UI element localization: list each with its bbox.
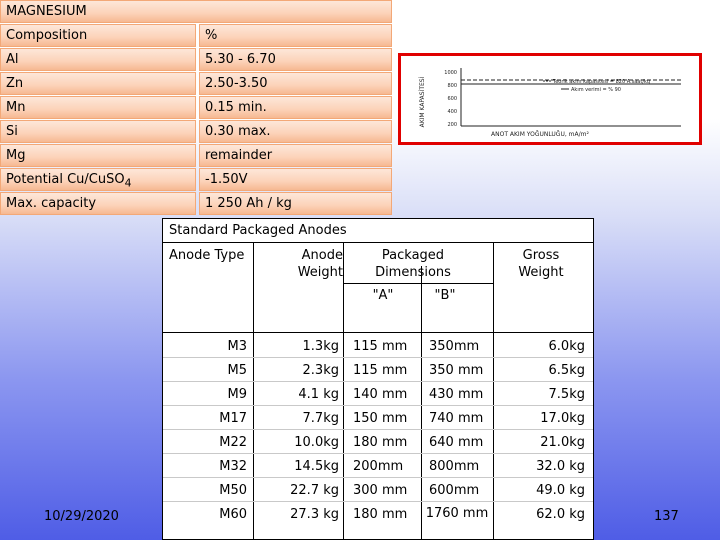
cell-gross: 6.0kg	[548, 339, 585, 354]
property-value: 5.30 - 6.70	[199, 48, 392, 71]
cell-weight: 1.3kg	[302, 339, 339, 354]
cell-type: M3	[227, 339, 248, 354]
cell-gross: 62.0 kg	[536, 507, 585, 522]
cell-dim-b: 1760 mm	[425, 506, 489, 521]
graph-y-label: AKIM KAPASİTESİ	[419, 76, 426, 127]
magnesium-properties-table: MAGNESIUM Composition% Al 5.30 - 6.70 Zn 2…	[0, 0, 392, 216]
row-divider	[163, 501, 593, 502]
capacity-graph: AKIM KAPASİTESİ 1000 800 600 400 200 Teo…	[419, 68, 681, 138]
cell-type: M9	[227, 387, 248, 402]
property-value: 0.30 max.	[199, 120, 392, 143]
cell-gross: 49.0 kg	[536, 483, 585, 498]
cell-gross: 21.0kg	[540, 435, 585, 450]
header-anode-weight: Anode Weight	[297, 248, 343, 280]
potential-label: Potential Cu/CuSO	[6, 172, 125, 187]
cell-dim-b: 430 mm	[429, 387, 484, 402]
cell-type: M5	[227, 363, 248, 378]
cell-gross: 32.0 kg	[536, 459, 585, 474]
cell-dim-a: 150 mm	[353, 411, 408, 426]
property-label: Mn	[0, 96, 196, 119]
cell-dim-b: 740 mm	[429, 411, 484, 426]
potential-subscript: 4	[124, 176, 132, 190]
graph-legend-2: Akım verimi = % 90	[571, 87, 621, 93]
property-value: 2.50-3.50	[199, 72, 392, 95]
cell-dim-a: 115 mm	[353, 339, 408, 354]
row-divider	[163, 453, 593, 454]
cell-gross: 7.5kg	[548, 387, 585, 402]
cell-dim-a: 180 mm	[353, 435, 408, 450]
cell-dim-a: 115 mm	[353, 363, 408, 378]
cell-dim-b: 600mm	[429, 483, 480, 498]
cell-dim-a: 180 mm	[353, 507, 408, 522]
cell-weight: 22.7 kg	[290, 483, 339, 498]
cell-dim-b: 640 mm	[429, 435, 484, 450]
row-divider	[163, 429, 593, 430]
row-divider	[163, 357, 593, 358]
property-value: remainder	[199, 144, 392, 167]
graph-y-tick: 200	[447, 122, 457, 128]
property-value: -1.50V	[199, 168, 392, 191]
property-value: 0.15 min.	[199, 96, 392, 119]
cell-type: M50	[219, 483, 247, 498]
cell-type: M60	[219, 507, 247, 522]
cell-dim-a: 300 mm	[353, 483, 408, 498]
graph-y-tick: 1000	[444, 70, 457, 76]
header-gross-weight: Gross Weight	[518, 248, 564, 280]
graph-y-tick: 600	[447, 96, 457, 102]
slide-page-number: 137	[654, 509, 679, 524]
cell-weight: 27.3 kg	[290, 507, 339, 522]
cell-dim-b: 800mm	[429, 459, 480, 474]
graph-y-tick: 800	[447, 83, 457, 89]
header-dimensions: Packaged Dimensions	[375, 248, 451, 280]
cell-type: M32	[219, 459, 247, 474]
cell-gross: 17.0kg	[540, 411, 585, 426]
cell-dim-b: 350 mm	[429, 363, 484, 378]
properties-title: MAGNESIUM	[0, 0, 392, 23]
table-title: Standard Packaged Anodes	[169, 223, 347, 238]
cell-weight: 14.5kg	[294, 459, 339, 474]
property-label-potential: Potential Cu/CuSO4	[0, 168, 196, 191]
property-label: Mg	[0, 144, 196, 167]
property-label: Zn	[0, 72, 196, 95]
header-dim-a: "A"	[372, 288, 394, 303]
cell-dim-a: 140 mm	[353, 387, 408, 402]
cell-weight: 2.3kg	[302, 363, 339, 378]
graph-legend-1: Teorik akım kapasitesi = 820 A.saat/kg	[552, 79, 650, 85]
header-anode-type: Anode Type	[169, 248, 245, 263]
graph-y-tick: 400	[447, 109, 457, 115]
property-label: Al	[0, 48, 196, 71]
slide-date: 10/29/2020	[44, 509, 119, 524]
row-divider	[163, 477, 593, 478]
cell-weight: 10.0kg	[294, 435, 339, 450]
cell-type: M17	[219, 411, 247, 426]
cell-weight: 7.7kg	[302, 411, 339, 426]
capacity-graph-image: AKIM KAPASİTESİ 1000 800 600 400 200 Teo…	[398, 53, 702, 145]
row-divider	[163, 405, 593, 406]
property-label: Composition	[0, 24, 196, 47]
header-dim-b: "B"	[434, 288, 456, 303]
cell-gross: 6.5kg	[548, 363, 585, 378]
property-label: Max. capacity	[0, 192, 196, 215]
graph-x-label: ANOT AKIM YOĞUNLUĞU, mA/m²	[491, 131, 589, 138]
property-label: Si	[0, 120, 196, 143]
cell-dim-b: 350mm	[429, 339, 480, 354]
row-divider	[163, 381, 593, 382]
cell-type: M22	[219, 435, 247, 450]
property-value: %	[199, 24, 392, 47]
cell-weight: 4.1 kg	[298, 387, 339, 402]
cell-dim-a: 200mm	[353, 459, 404, 474]
standard-anodes-table: Standard Packaged Anodes Anode Type Anod…	[162, 218, 594, 540]
property-value: 1 250 Ah / kg	[199, 192, 392, 215]
